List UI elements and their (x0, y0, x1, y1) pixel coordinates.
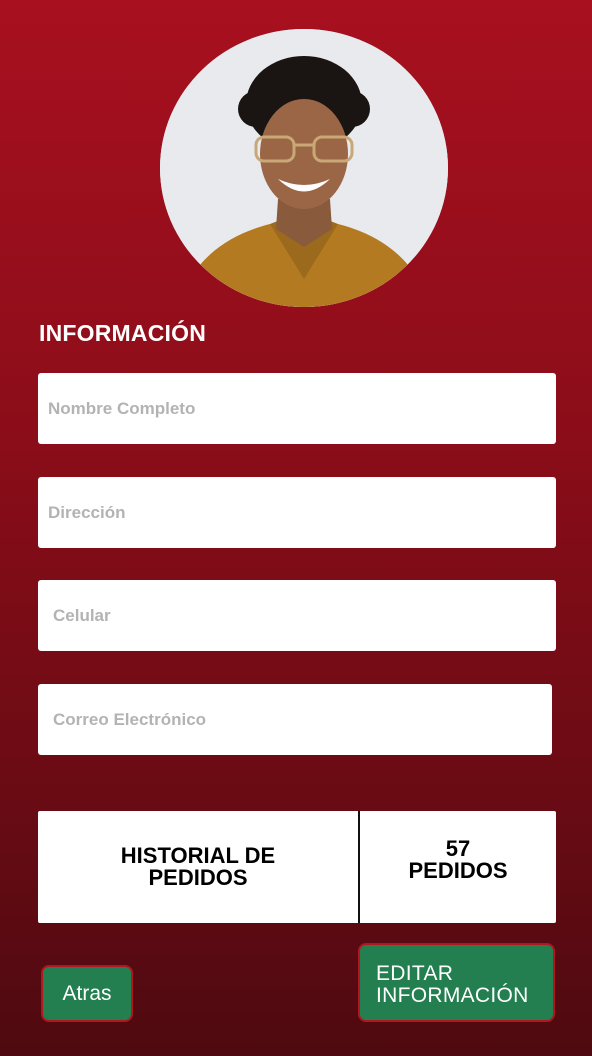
full-name-input[interactable] (38, 373, 556, 444)
back-button-label: Atras (62, 981, 112, 1005)
edit-button-label-line1: EDITAR (376, 962, 454, 985)
orders-panel: HISTORIAL DE PEDIDOS 57 PEDIDOS (38, 811, 556, 923)
phone-input[interactable] (38, 580, 556, 651)
address-field[interactable] (38, 477, 556, 548)
address-input[interactable] (38, 477, 556, 548)
order-history-label: HISTORIAL DE PEDIDOS (120, 843, 276, 890)
email-field[interactable] (38, 684, 552, 755)
full-name-field[interactable] (38, 373, 556, 444)
order-history-button[interactable]: HISTORIAL DE PEDIDOS (38, 811, 360, 923)
email-input[interactable] (38, 684, 552, 755)
edit-info-button[interactable]: EDITAR INFORMACIÓN (358, 943, 555, 1022)
edit-button-label-line2: INFORMACIÓN (376, 984, 529, 1007)
orders-count-label: PEDIDOS (408, 858, 508, 883)
phone-field[interactable] (38, 580, 556, 651)
orders-count-value: 57 (445, 836, 471, 861)
section-title: INFORMACIÓN (39, 320, 207, 346)
profile-avatar (160, 29, 448, 307)
orders-count: 57 PEDIDOS (360, 811, 556, 923)
profile-photo (160, 29, 448, 307)
back-button[interactable]: Atras (41, 965, 133, 1022)
